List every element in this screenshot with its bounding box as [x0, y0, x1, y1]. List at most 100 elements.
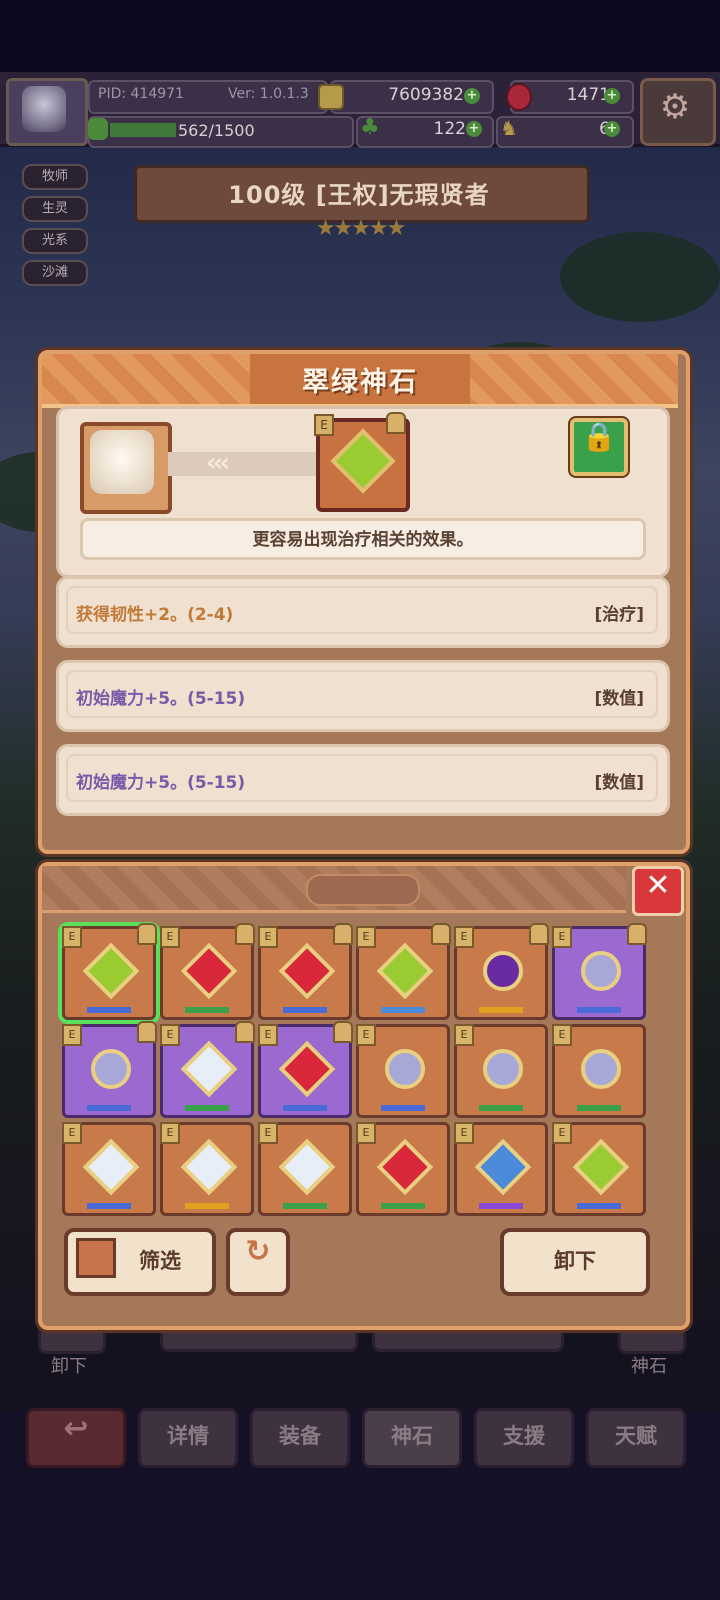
rarity-bar	[577, 1007, 621, 1013]
stone-slot[interactable]: E	[552, 1122, 646, 1216]
horn-amount: 6	[520, 119, 610, 139]
gold-amount: 7609382	[388, 85, 464, 105]
stone-slot[interactable]: E	[454, 923, 549, 1020]
stone-slot[interactable]: E	[356, 1122, 450, 1216]
equipped-badge: E	[356, 1122, 376, 1144]
hero-stars: ★★★★★	[315, 216, 407, 241]
bg-unequip-label: 卸下	[51, 1356, 87, 1377]
equipped-badge: E	[62, 926, 82, 948]
rarity-bar	[283, 1105, 327, 1111]
stone-slot[interactable]: E	[160, 1122, 254, 1216]
equipped-badge: E	[454, 1024, 474, 1046]
equipped-badge: E	[258, 1122, 278, 1144]
rarity-bar	[577, 1105, 621, 1111]
tab-equipment[interactable]: 装备	[250, 1408, 350, 1468]
equipped-badge: E	[454, 1122, 474, 1144]
equipped-badge: E	[62, 1122, 82, 1144]
stone-slot[interactable]: E	[454, 1122, 548, 1216]
rarity-bar	[479, 1203, 523, 1209]
add-clover-icon[interactable]: +	[466, 121, 482, 137]
lock-icon	[333, 923, 353, 945]
tab-details[interactable]: 详情	[138, 1408, 238, 1468]
white-stone-icon	[278, 1138, 336, 1196]
clover-icon: ♣	[360, 115, 380, 140]
red-stone-icon	[278, 942, 336, 1000]
stone-description: 更容易出现治疗相关的效果。	[252, 530, 474, 550]
xp-progress-bar	[110, 123, 176, 137]
pearl-stone-icon	[82, 1040, 140, 1098]
stone-slot[interactable]: E	[258, 923, 353, 1020]
stone-slot[interactable]: E	[552, 923, 647, 1020]
white-stone-icon	[82, 1138, 140, 1196]
horn-icon: ♞	[500, 116, 518, 140]
stone-slot[interactable]: E	[160, 923, 255, 1020]
inventory-header-plate	[306, 874, 420, 906]
rarity-bar	[381, 1105, 425, 1111]
blue-stone-icon	[474, 1138, 532, 1196]
lock-icon	[333, 1021, 353, 1043]
equipped-badge: E	[356, 1024, 376, 1046]
return-arrow-icon: ↩	[63, 1411, 89, 1446]
rarity-bar	[185, 1105, 229, 1111]
stone-slot[interactable]: E	[62, 1021, 157, 1118]
lock-icon	[386, 412, 406, 434]
stone-slot[interactable]: E	[552, 1024, 646, 1118]
stone-slot[interactable]: E	[258, 1122, 352, 1216]
white-stone-icon	[180, 1138, 238, 1196]
affix-tag: [治疗]	[594, 605, 644, 625]
add-gem-icon[interactable]: +	[604, 88, 620, 104]
rarity-bar	[381, 1007, 425, 1013]
class-tag: 牧师	[22, 164, 88, 190]
refresh-icon: ↻	[245, 1234, 271, 1269]
unequip-label: 卸下	[554, 1249, 596, 1273]
equipped-badge: E	[160, 1122, 180, 1144]
affix-text: 获得韧性+2。(2-4)	[76, 605, 234, 625]
rarity-bar	[283, 1007, 327, 1013]
red-stone-icon	[376, 1138, 434, 1196]
stone-slot[interactable]: E	[258, 1021, 353, 1118]
equipped-badge: E	[552, 926, 572, 948]
stone-grid: E E E E E E E E E E E E E E E E E E	[62, 923, 662, 1222]
add-horn-icon[interactable]: +	[604, 121, 620, 137]
stone-slot[interactable]: E	[62, 923, 157, 1020]
tab-talent[interactable]: 天赋	[586, 1408, 686, 1468]
lock-icon	[529, 923, 549, 945]
rarity-bar	[185, 1203, 229, 1209]
back-button[interactable]: ↩	[26, 1408, 126, 1468]
stone-slot[interactable]: E	[62, 1122, 156, 1216]
equipped-badge: E	[454, 926, 474, 948]
equipped-badge: E	[62, 1024, 82, 1046]
rarity-bar	[87, 1007, 131, 1013]
gem-amount: 1471	[566, 85, 610, 105]
affix-text: 初始魔力+5。(5-15)	[76, 689, 246, 709]
stone-slot[interactable]: E	[356, 923, 451, 1020]
green-stone-icon	[82, 942, 140, 1000]
tab-support[interactable]: 支援	[474, 1408, 574, 1468]
rarity-bar	[283, 1203, 327, 1209]
xp-amount: 562/1500	[178, 121, 255, 140]
rarity-bar	[577, 1203, 621, 1209]
element-tag: 光系	[22, 228, 88, 254]
dialog-title: 翠绿神石	[302, 367, 418, 398]
hero-title: 100级 [王权]无瑕贤者	[228, 181, 490, 209]
affix-tag: [数值]	[594, 689, 644, 709]
add-gold-icon[interactable]: +	[464, 88, 480, 104]
stone-slot[interactable]: E	[454, 1024, 548, 1118]
lock-icon	[137, 923, 157, 945]
stone-slot[interactable]: E	[160, 1021, 255, 1118]
rarity-bar	[479, 1105, 523, 1111]
race-tag: 生灵	[22, 196, 88, 222]
equipped-badge: E	[552, 1024, 572, 1046]
stone-slot[interactable]: E	[356, 1024, 450, 1118]
status-bar	[0, 0, 720, 72]
equipped-badge: E	[314, 414, 334, 436]
equipped-badge: E	[552, 1122, 572, 1144]
close-icon: ✕	[645, 868, 671, 903]
rarity-bar	[87, 1105, 131, 1111]
chevron-left-icon: ‹‹‹	[206, 448, 230, 478]
hero-face	[90, 430, 154, 494]
lock-icon	[431, 923, 451, 945]
equipped-badge: E	[258, 926, 278, 948]
tab-stones[interactable]: 神石	[362, 1408, 462, 1468]
equipped-badge: E	[160, 1024, 180, 1046]
